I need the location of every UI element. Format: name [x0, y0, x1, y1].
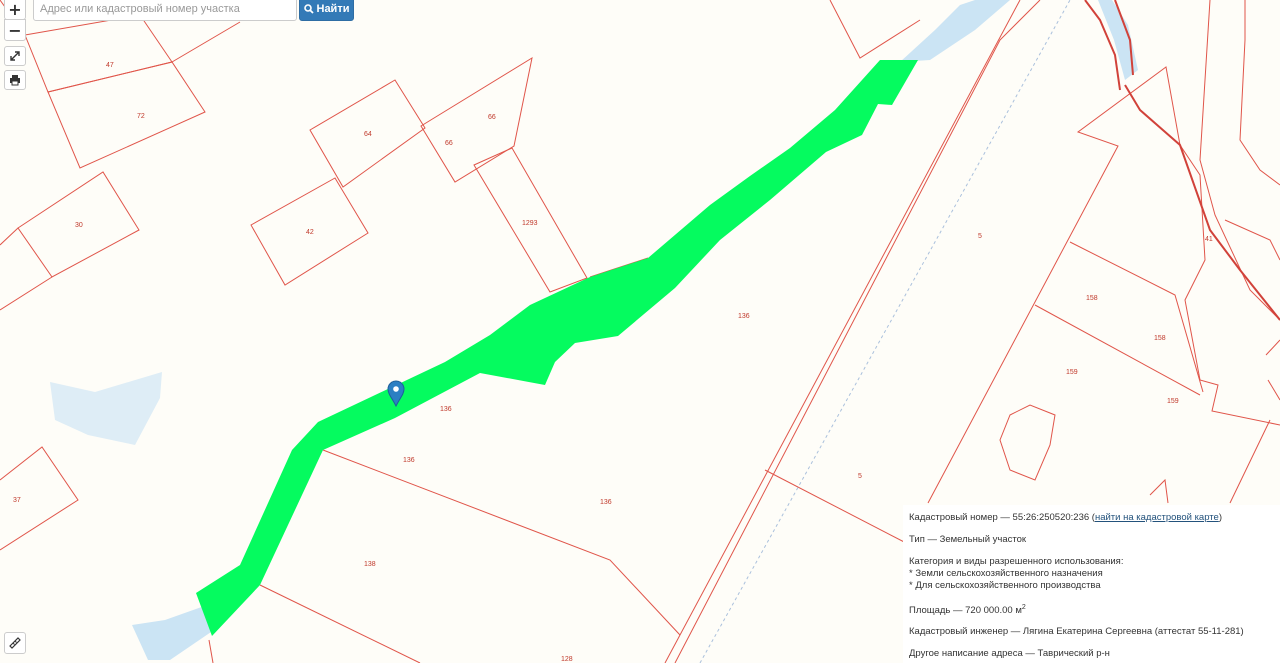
parcel-label-159-b: 159 — [1167, 398, 1179, 405]
parcel-label-136-c: 136 — [403, 457, 415, 464]
parcel-label-64: 64 — [364, 131, 372, 138]
parcel-label-159-a: 159 — [1066, 369, 1078, 376]
search-button-label: Найти — [316, 3, 350, 15]
parcel-label-158-b: 158 — [1154, 335, 1166, 342]
find-on-cadastral-map-link[interactable]: найти на кадастровой карте — [1095, 512, 1219, 523]
zoom-out-button[interactable]: − — [4, 19, 26, 41]
parcel-label-158-a: 158 — [1086, 295, 1098, 302]
parcel-label-128: 128 — [561, 656, 573, 663]
parcel-label-136-d: 136 — [600, 499, 612, 506]
search-icon — [303, 4, 314, 14]
print-button[interactable] — [4, 70, 26, 90]
parcel-label-136-a: 136 — [738, 313, 750, 320]
zoom-in-button[interactable]: + — [4, 0, 26, 20]
parcel-label-5-a: 5 — [978, 233, 982, 240]
parcel-info-panel: Кадастровый номер — 55:26:250520:236 (на… — [903, 505, 1280, 663]
cadastral-engineer: Кадастровый инженер — Лягина Екатерина С… — [909, 626, 1244, 638]
printer-icon — [10, 75, 20, 86]
area-unit-sup: 2 — [1021, 604, 1026, 611]
parcel-label-1293: 1293 — [522, 220, 538, 227]
ruler-icon — [9, 637, 21, 649]
area-text: Площадь — 720 000.00 м — [909, 605, 1022, 617]
expand-icon — [10, 51, 20, 61]
alt-address: Другое написание адреса — Таврический р-… — [909, 648, 1110, 660]
cadastral-number-text: Кадастровый номер — 55:26:250520:236 ( — [909, 512, 1095, 523]
cadastral-number-end: ) — [1218, 512, 1222, 523]
parcel-label-66-a: 66 — [445, 140, 453, 147]
fullscreen-button[interactable] — [4, 46, 26, 66]
parcel-label-66-b: 66 — [488, 114, 496, 121]
area-row: Площадь — 720 000.00 м2 — [909, 602, 1274, 617]
parcel-label-138: 138 — [364, 561, 376, 568]
cadastral-number-row: Кадастровый номер — 55:26:250520:236 (на… — [909, 512, 1274, 524]
parcel-type: Тип — Земельный участок — [909, 534, 1027, 545]
search-input[interactable] — [33, 0, 297, 21]
ruler-button[interactable] — [4, 632, 26, 654]
parcel-label-30: 30 — [75, 222, 83, 229]
parcel-label-41: 41 — [1205, 236, 1213, 243]
category-item-2: * Для сельскохозяйственного производства — [909, 580, 1101, 591]
search-button[interactable]: Найти — [299, 0, 354, 21]
parcel-label-72: 72 — [137, 113, 145, 120]
parcel-label-37: 37 — [13, 497, 21, 504]
parcel-label-42: 42 — [306, 229, 314, 236]
parcel-label-136-b: 136 — [440, 406, 452, 413]
parcel-label-5-b: 5 — [858, 473, 862, 480]
category-block: Категория и виды разрешенного использова… — [909, 556, 1274, 592]
category-item-1: * Земли сельскохозяйственного назначения — [909, 568, 1103, 579]
parcel-label-47: 47 — [106, 62, 114, 69]
category-title: Категория и виды разрешенного использова… — [909, 556, 1124, 567]
